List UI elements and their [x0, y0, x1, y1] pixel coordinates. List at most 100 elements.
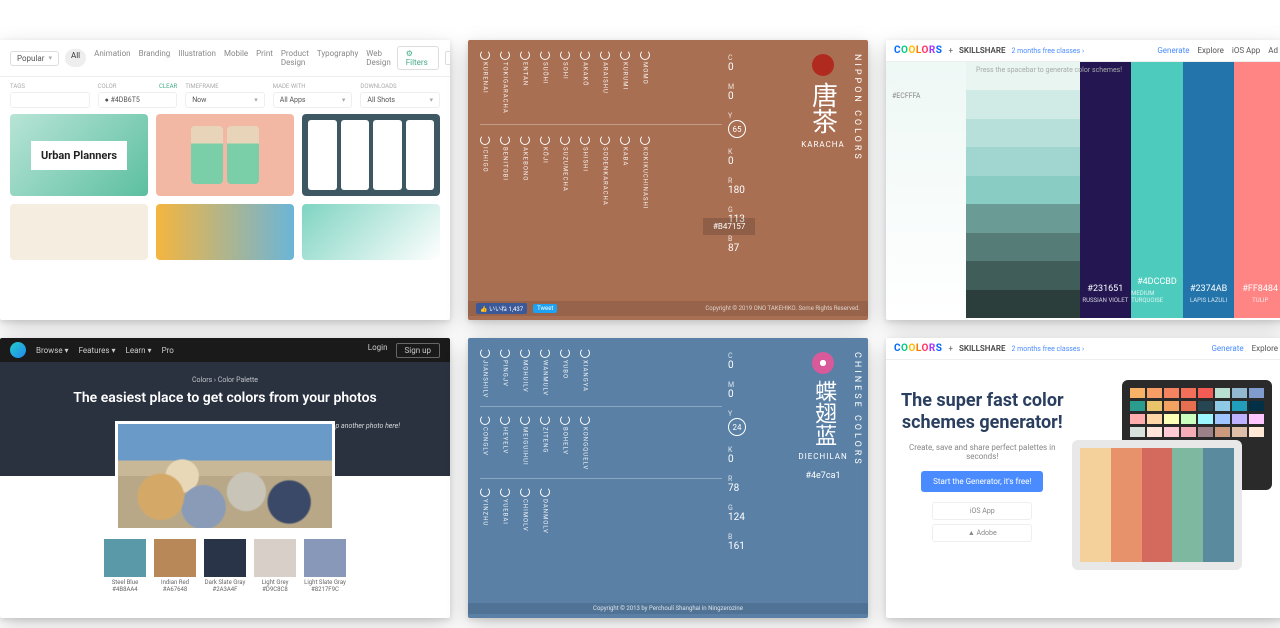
adobe-link[interactable]: ▲ Adobe [932, 524, 1032, 542]
color-swatch[interactable]: ARAISHU [600, 50, 610, 114]
color-swatch[interactable]: SODENKARACHA [600, 135, 610, 209]
tweet-button[interactable]: Tweet [533, 304, 557, 313]
cat-mobile[interactable]: Mobile [224, 49, 248, 67]
cat-print[interactable]: Print [256, 49, 273, 67]
hex-value[interactable]: #4e7ca1 [805, 471, 840, 481]
shade-swatch[interactable] [966, 204, 1080, 232]
color-swatch[interactable]: CONGLV [480, 415, 490, 470]
cat-all[interactable]: All [65, 49, 86, 67]
nav-ad[interactable]: Ad [1268, 46, 1278, 55]
hex-value[interactable]: #B47157 [703, 218, 755, 235]
color-swatch[interactable]: JIANSHILV [480, 348, 490, 398]
promo-link[interactable]: 2 months free classes › [1011, 345, 1084, 353]
shade-swatch[interactable] [966, 147, 1080, 175]
color-swatch[interactable]: XIANGYA [580, 348, 590, 398]
promo-link[interactable]: 2 months free classes › [1011, 47, 1084, 55]
nav-features[interactable]: Features ▾ [79, 346, 116, 355]
palette-swatch[interactable]: Light Grey#D9C8C8 [254, 539, 296, 593]
color-swatch[interactable]: AKEBONO [520, 135, 530, 209]
color-swatch[interactable]: AKAKŌ [580, 50, 590, 114]
ios-app-link[interactable]: iOS App [932, 502, 1032, 520]
popular-dropdown[interactable]: Popular▾ [10, 51, 59, 66]
color-swatch[interactable]: KABA [620, 135, 630, 209]
shade-swatch[interactable] [966, 90, 1080, 118]
shade-swatch[interactable] [966, 119, 1080, 147]
shade-swatch[interactable] [966, 233, 1080, 261]
start-generator-button[interactable]: Start the Generator, it's free! [921, 471, 1043, 492]
color-swatch[interactable]: TOKIGARACHA [500, 50, 510, 114]
palette-swatch[interactable]: Steel Blue#4B8AA4 [104, 539, 146, 593]
nav-pro[interactable]: Pro [162, 346, 174, 355]
color-swatch[interactable]: MOHUILV [520, 348, 530, 398]
color-swatch[interactable]: ICHIGO [480, 135, 490, 209]
layout-toggle[interactable] [445, 51, 450, 65]
color-swatch[interactable]: SOHI [560, 50, 570, 114]
nav-generate[interactable]: Generate [1157, 46, 1189, 55]
nav-explore[interactable]: Explore [1197, 46, 1223, 55]
palette-column[interactable]: #4DCCBDMEDIUM TURQUOISE [1131, 62, 1183, 318]
color-swatch[interactable]: KURENAI [480, 50, 490, 114]
signup-button[interactable]: Sign up [396, 343, 441, 358]
login-link[interactable]: Login [368, 343, 388, 358]
cat-branding[interactable]: Branding [139, 49, 171, 67]
nav-generate[interactable]: Generate [1211, 344, 1243, 353]
palette-swatch[interactable]: Dark Slate Gray#2A3A4F [204, 539, 246, 593]
downloads-select[interactable]: All Shots▾ [360, 92, 440, 108]
coolors-logo[interactable]: COOLORS [894, 45, 942, 56]
color-swatch[interactable]: ENTAN [520, 50, 530, 114]
color-swatch[interactable]: BENITOBI [500, 135, 510, 209]
shade-swatch[interactable] [966, 176, 1080, 204]
palette-column[interactable]: #2374ABLAPIS LAZULI [1183, 62, 1235, 318]
shot-4[interactable] [10, 204, 148, 260]
color-swatch[interactable]: SUZUMECHA [560, 135, 570, 209]
color-input[interactable]: ● #4DB6T5 [98, 92, 178, 108]
color-swatch[interactable]: WANMULV [540, 348, 550, 398]
shot-5[interactable] [156, 204, 294, 260]
color-swatch[interactable]: CHIMOLV [520, 487, 530, 534]
shade-swatch[interactable] [966, 290, 1080, 318]
palette-swatch[interactable]: Indian Red#A67648 [154, 539, 196, 593]
filters-button[interactable]: ⚙ Filters [397, 46, 440, 70]
color-swatch[interactable]: SHISHI [580, 135, 590, 209]
color-swatch[interactable]: MEIGUIHUI [520, 415, 530, 470]
nav-learn[interactable]: Learn ▾ [126, 346, 152, 355]
timeframe-select[interactable]: Now▾ [185, 92, 265, 108]
coolors-logo[interactable]: COOLORS [894, 343, 942, 354]
cat-animation[interactable]: Animation [94, 49, 131, 67]
color-swatch[interactable]: YINZHU [480, 487, 490, 534]
shade-swatch[interactable] [966, 261, 1080, 289]
cat-web-design[interactable]: Web Design [366, 49, 390, 67]
cat-typography[interactable]: Typography [317, 49, 358, 67]
fb-like[interactable]: 👍 いいね 1,437 [476, 303, 527, 314]
shot-mobile-ui[interactable] [302, 114, 440, 196]
color-swatch[interactable]: KŌJI [540, 135, 550, 209]
cat-product-design[interactable]: Product Design [281, 49, 309, 67]
nav-explore[interactable]: Explore [1252, 344, 1278, 353]
nav-browse[interactable]: Browse ▾ [36, 346, 69, 355]
breadcrumb[interactable]: Colors › Color Palette [10, 376, 440, 384]
color-swatch[interactable]: SUŌHI [540, 50, 550, 114]
shot-bumpkin[interactable] [156, 114, 294, 196]
color-swatch[interactable]: KONGQUELV [580, 415, 590, 470]
uploaded-photo[interactable] [115, 421, 335, 531]
color-swatch[interactable]: PINGJV [500, 348, 510, 398]
palette-swatch[interactable]: Light Slate Gray#8217F9C [304, 539, 346, 593]
palette-column[interactable]: #FF8484TULIP [1234, 62, 1280, 318]
color-swatch[interactable]: DANMOLV [540, 487, 550, 534]
madewith-select[interactable]: All Apps▾ [273, 92, 353, 108]
cat-illustration[interactable]: Illustration [178, 49, 216, 67]
nav-ios[interactable]: iOS App [1232, 46, 1260, 55]
tags-input[interactable] [10, 92, 90, 108]
palette-column[interactable]: #231651RUSSIAN VIOLET [1080, 62, 1132, 318]
color-swatch[interactable]: HEYELV [500, 415, 510, 470]
color-swatch[interactable]: BOHELV [560, 415, 570, 470]
color-swatch[interactable]: YUBO [560, 348, 570, 398]
color-swatch[interactable]: YUEBAI [500, 487, 510, 534]
color-swatch[interactable]: ZITENG [540, 415, 550, 470]
color-swatch[interactable]: KOKIKUCHINASHI [640, 135, 650, 209]
color-swatch[interactable]: MOMO [640, 50, 650, 114]
shot-6[interactable] [302, 204, 440, 260]
color-swatch[interactable]: KURUMI [620, 50, 630, 114]
canva-logo[interactable] [10, 342, 26, 358]
shot-urban-planners[interactable]: Urban Planners [10, 114, 148, 196]
